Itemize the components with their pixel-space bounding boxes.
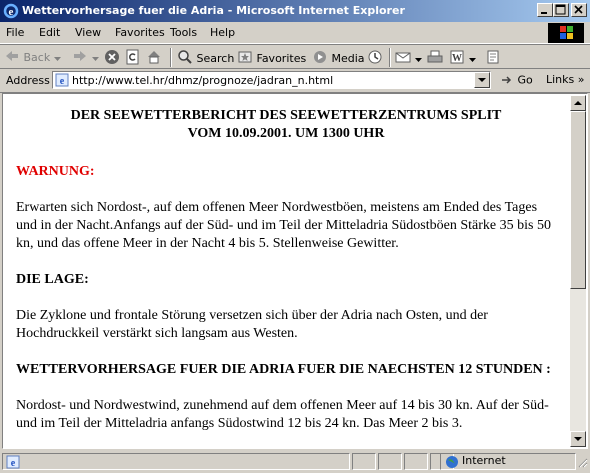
refresh-icon xyxy=(125,49,141,68)
zone-pane xyxy=(440,453,576,470)
close-icon xyxy=(574,5,583,14)
menu-view[interactable]: View xyxy=(75,26,101,39)
windows-logo-icon xyxy=(548,23,584,43)
menu-edit[interactable]: Edit xyxy=(39,26,60,39)
page-heading: DER SEEWETTERBERICHT DES SEEWETTERZENTRU… xyxy=(16,107,556,143)
media-icon xyxy=(312,49,328,68)
mail-button[interactable] xyxy=(395,49,422,67)
go-label: Go xyxy=(517,73,533,87)
scroll-thumb[interactable] xyxy=(570,111,586,289)
page-content: DER SEEWETTERBERICHT DES SEEWETTERZENTRU… xyxy=(4,95,570,447)
svg-text:e: e xyxy=(60,76,65,87)
vertical-scrollbar[interactable] xyxy=(570,95,586,447)
discuss-icon xyxy=(485,49,501,68)
svg-text:W: W xyxy=(452,53,462,64)
status-message-pane: e xyxy=(2,453,350,470)
search-icon xyxy=(177,49,193,68)
title-bar: e Wettervorhersage fuer die Adria - Micr… xyxy=(0,0,590,22)
stop-button[interactable] xyxy=(104,49,120,67)
back-label: Back xyxy=(23,51,51,64)
browser-window: e Wettervorhersage fuer die Adria - Micr… xyxy=(0,0,590,473)
address-dropdown-button[interactable] xyxy=(474,72,490,88)
back-arrow-icon xyxy=(4,49,20,66)
window-title: Wettervorhersage fuer die Adria - Micros… xyxy=(22,4,405,17)
page-heading-line2: VOM 10.09.2001. UM 1300 UHR xyxy=(187,126,385,141)
favorites-button[interactable]: Favorites xyxy=(237,49,306,67)
status-pane xyxy=(352,453,376,470)
forecast-title: WETTERVORHERSAGE FUER DIE ADRIA FUER DIE… xyxy=(16,362,551,377)
warning-text: Erwarten sich Nordost-, auf dem offenen … xyxy=(16,200,551,251)
forward-button[interactable] xyxy=(72,49,99,67)
page-heading-line1: DER SEEWETTERBERICHT DES SEEWETTERZENTRU… xyxy=(70,108,502,123)
address-label: Address xyxy=(6,74,50,87)
search-button[interactable]: Search xyxy=(177,49,234,67)
home-button[interactable] xyxy=(146,49,162,67)
print-button[interactable] xyxy=(427,49,443,67)
minimize-button[interactable] xyxy=(537,3,553,17)
minimize-icon xyxy=(541,12,547,14)
warning-title: WARNUNG: xyxy=(16,164,95,179)
standard-toolbar: Back Search Favorites Media W xyxy=(0,44,590,69)
forward-arrow-icon xyxy=(72,49,88,66)
media-label: Media xyxy=(331,52,365,65)
edit-button[interactable]: W xyxy=(449,49,476,67)
stop-icon xyxy=(104,49,120,68)
close-button[interactable] xyxy=(571,3,587,17)
menu-tools[interactable]: Tools xyxy=(170,26,197,39)
discuss-button[interactable] xyxy=(485,49,501,67)
scroll-up-button[interactable] xyxy=(570,95,586,111)
go-button[interactable]: Go xyxy=(500,73,533,87)
scroll-down-button[interactable] xyxy=(570,431,586,447)
status-pane xyxy=(378,453,402,470)
status-bar: e Internet xyxy=(0,450,590,473)
ie-logo-icon: e xyxy=(3,3,19,19)
zone-label: Internet xyxy=(462,454,506,467)
search-label: Search xyxy=(196,52,235,65)
links-label: Links xyxy=(546,73,575,86)
page-icon: e xyxy=(55,73,69,90)
maximize-icon xyxy=(555,4,566,15)
situation-title: DIE LAGE: xyxy=(16,272,89,287)
resize-grip-icon[interactable] xyxy=(576,456,588,471)
arrow-up-icon xyxy=(574,101,582,105)
history-icon xyxy=(367,49,383,68)
home-icon xyxy=(146,49,162,68)
toolbar-separator xyxy=(170,48,172,67)
arrow-down-icon xyxy=(574,437,582,441)
favorites-icon xyxy=(237,49,253,68)
print-icon xyxy=(427,49,443,68)
chevron-right-icon: » xyxy=(577,73,585,86)
chevron-down-icon xyxy=(414,52,422,65)
page-status-icon: e xyxy=(6,455,20,472)
status-pane xyxy=(404,453,428,470)
chevron-down-icon xyxy=(478,78,486,82)
back-button[interactable]: Back xyxy=(4,49,61,67)
word-edit-icon: W xyxy=(449,49,465,68)
chevron-down-icon xyxy=(53,51,61,64)
media-button[interactable]: Media xyxy=(312,49,365,67)
maximize-button[interactable] xyxy=(553,3,569,17)
chevron-down-icon xyxy=(468,52,476,65)
favorites-label: Favorites xyxy=(256,52,307,65)
situation-text: Die Zyklone und frontale Störung versetz… xyxy=(16,308,488,341)
forecast-text: Nordost- und Nordwestwind, zunehmend auf… xyxy=(16,398,549,431)
menu-bar: File Edit View Favorites Tools Help xyxy=(0,23,590,44)
go-arrow-icon xyxy=(500,73,514,86)
toolbar-separator xyxy=(389,48,391,67)
menu-favorites[interactable]: Favorites xyxy=(115,26,165,39)
svg-text:e: e xyxy=(11,458,16,469)
svg-text:e: e xyxy=(9,6,14,18)
address-input[interactable]: e http://www.tel.hr/dhmz/prognoze/jadran… xyxy=(52,71,491,89)
address-bar: Address e http://www.tel.hr/dhmz/prognoz… xyxy=(0,69,590,93)
links-button[interactable]: Links » xyxy=(546,73,585,86)
menu-file[interactable]: File xyxy=(6,26,24,39)
history-button[interactable] xyxy=(367,49,383,67)
mail-icon xyxy=(395,49,411,68)
refresh-button[interactable] xyxy=(125,49,141,67)
address-url: http://www.tel.hr/dhmz/prognoze/jadran_n… xyxy=(72,74,334,87)
menu-help[interactable]: Help xyxy=(210,26,235,39)
globe-icon xyxy=(445,455,459,472)
page-viewport: DER SEEWETTERBERICHT DES SEEWETTERZENTRU… xyxy=(2,93,588,449)
chevron-down-icon xyxy=(91,51,99,64)
